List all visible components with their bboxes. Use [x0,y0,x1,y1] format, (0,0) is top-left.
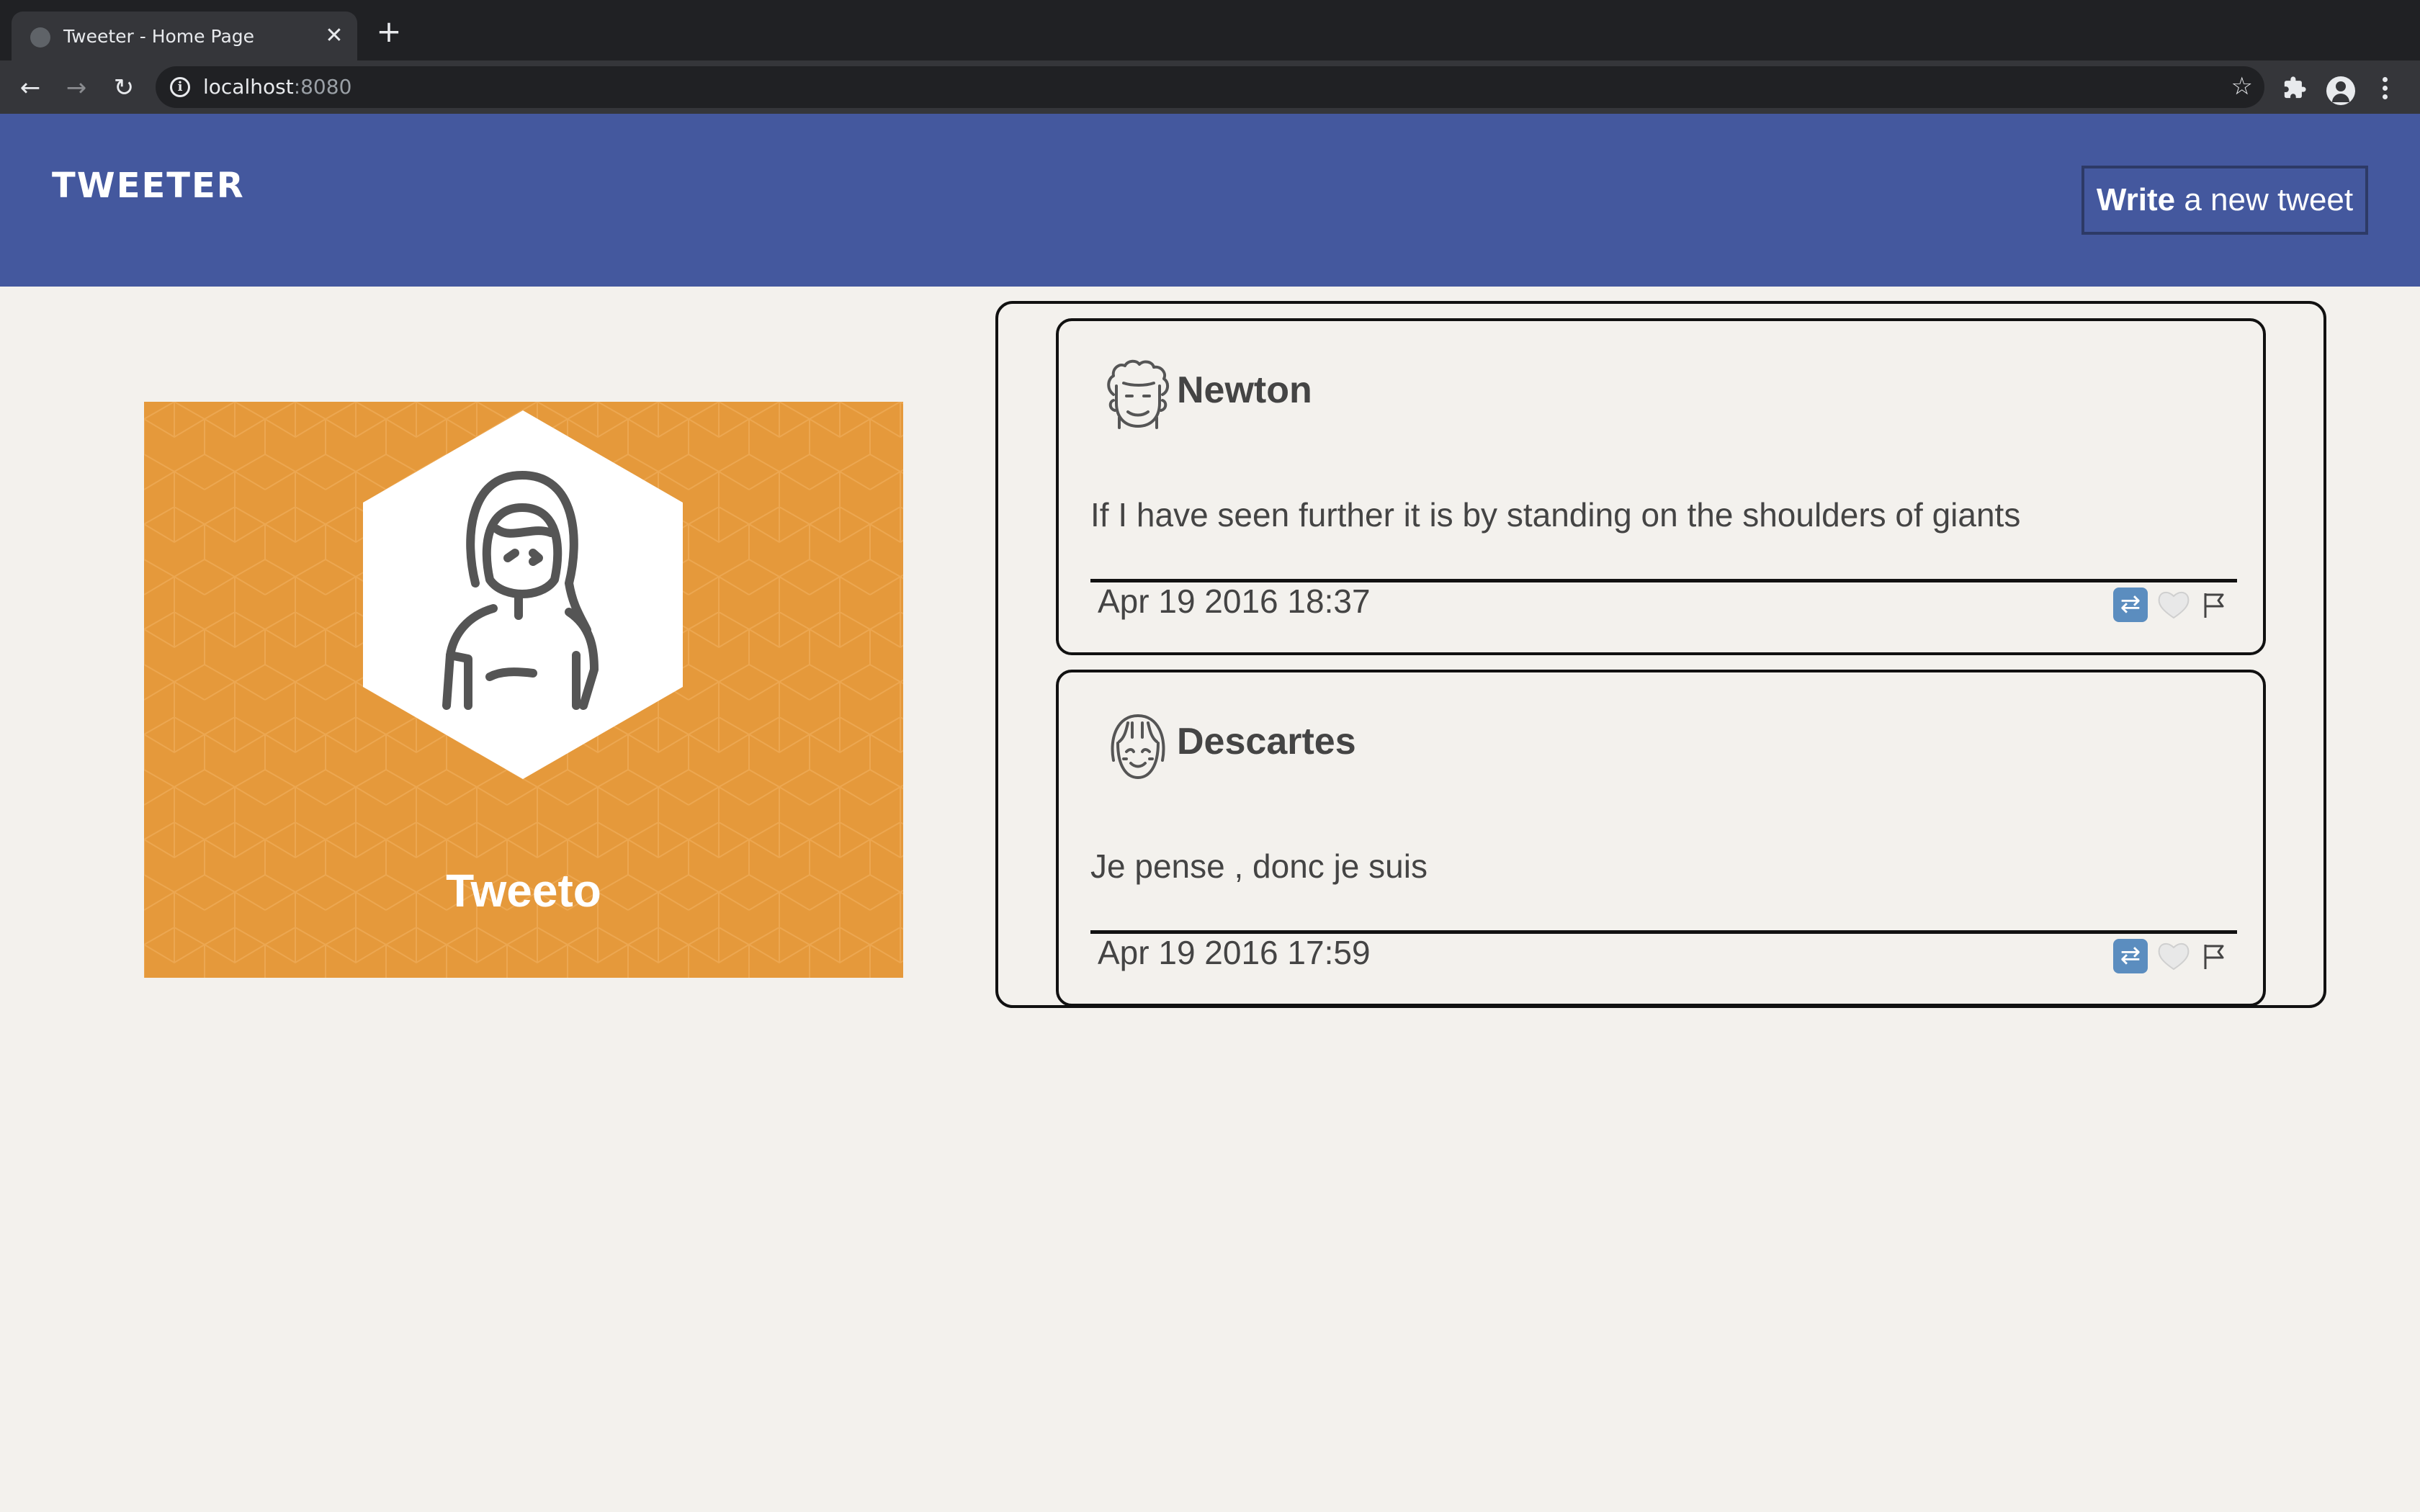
profile-icon[interactable] [2326,76,2355,105]
star-icon[interactable]: ☆ [2231,72,2253,101]
tweet-author[interactable]: Descartes [1177,720,1356,763]
globe-icon [30,27,50,48]
reload-icon[interactable]: ↻ [108,72,140,104]
app-logo[interactable]: TWEETER [52,166,245,206]
tweet-text: Je pense , donc je suis [1090,847,1428,885]
profile-avatar-icon [442,471,599,710]
forward-icon[interactable]: → [60,72,92,104]
flag-icon[interactable] [2201,942,2227,971]
flag-icon[interactable] [2201,590,2227,619]
browser-toolbar: ← → ↻ i localhost:8080 ☆ [0,60,2420,114]
retweet-icon[interactable]: ⇄ [2113,588,2148,622]
tweet-author[interactable]: Newton [1177,369,1312,412]
tab-title: Tweeter - Home Page [63,26,255,47]
descartes-avatar-icon [1111,714,1165,779]
tweet-text: If I have seen further it is by standing… [1090,496,2021,534]
address-bar[interactable]: i localhost:8080 ☆ [156,66,2264,108]
browser-tab-bar: Tweeter - Home Page ✕ + [0,0,2420,60]
tweet-date: Apr 19 2016 18:37 [1098,582,1371,620]
heart-icon[interactable] [2156,939,2191,973]
browser-tab[interactable]: Tweeter - Home Page ✕ [12,12,357,60]
tweet-date: Apr 19 2016 17:59 [1098,934,1371,971]
heart-icon[interactable] [2156,588,2191,622]
info-icon[interactable]: i [170,77,190,97]
newton-avatar-icon [1107,359,1169,429]
url-text[interactable]: localhost:8080 [203,75,351,99]
extensions-icon[interactable] [2277,71,2312,105]
retweet-icon[interactable]: ⇄ [2113,939,2148,973]
profile-name: Tweeto [446,865,601,917]
write-tweet-button[interactable]: Write a new tweet [2081,166,2368,235]
tweet-card: Descartes Je pense , donc je suis Apr 19… [1056,670,2266,1007]
app-header: TWEETER Write a new tweet [0,114,2420,287]
menu-icon[interactable] [2381,75,2388,107]
back-icon[interactable]: ← [14,72,46,104]
close-icon[interactable]: ✕ [321,23,347,49]
tweet-card: Newton If I have seen further it is by s… [1056,318,2266,655]
plus-icon[interactable]: + [375,17,403,48]
